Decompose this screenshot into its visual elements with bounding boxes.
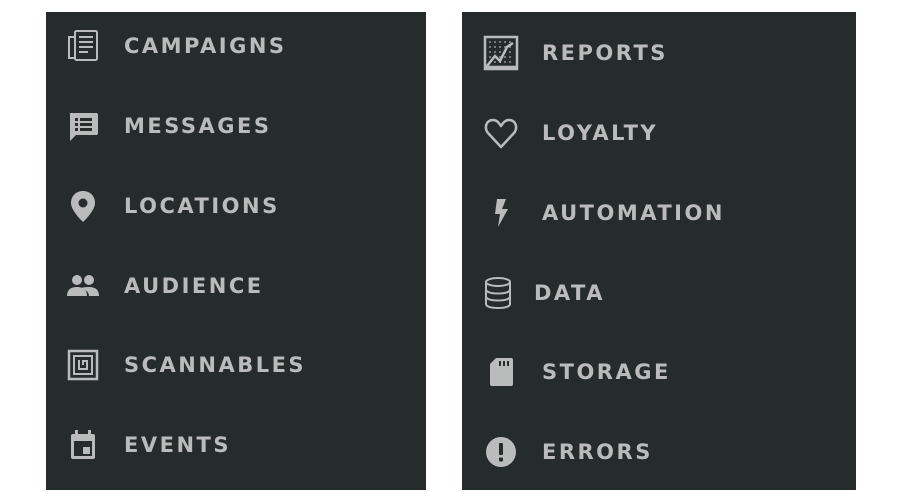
sd-card-icon	[483, 354, 519, 390]
alert-icon	[483, 434, 519, 470]
nav-item-label: EVENTS	[124, 432, 231, 457]
left-nav-panel: CAMPAIGNS MESSAGES LOCATIONS AUDIENCE SC…	[46, 12, 426, 490]
nav-item-label: CAMPAIGNS	[124, 33, 287, 58]
nav-item-events[interactable]: EVENTS	[46, 415, 426, 475]
nav-item-reports[interactable]: REPORTS	[462, 23, 856, 83]
nav-item-scannables[interactable]: SCANNABLES	[46, 335, 426, 395]
nav-item-label: SCANNABLES	[124, 352, 307, 377]
nav-item-messages[interactable]: MESSAGES	[46, 96, 426, 156]
database-icon	[480, 275, 516, 311]
lightning-icon	[483, 195, 519, 231]
messages-icon	[65, 108, 101, 144]
right-nav-panel: REPORTS LOYALTY AUTOMATION DATA STORAGE …	[462, 12, 856, 490]
nav-item-label: AUDIENCE	[124, 273, 264, 298]
nav-item-label: LOCATIONS	[124, 193, 280, 218]
nav-item-label: DATA	[534, 280, 606, 305]
nav-item-label: REPORTS	[542, 40, 668, 65]
nav-item-data[interactable]: DATA	[462, 263, 856, 323]
nav-item-label: LOYALTY	[542, 120, 659, 145]
people-icon	[65, 268, 101, 304]
calendar-icon	[65, 427, 101, 463]
nav-item-audience[interactable]: AUDIENCE	[46, 256, 426, 316]
location-pin-icon	[65, 188, 101, 224]
nav-item-label: STORAGE	[542, 359, 671, 384]
nav-item-locations[interactable]: LOCATIONS	[46, 176, 426, 236]
nav-item-errors[interactable]: ERRORS	[462, 422, 856, 482]
nav-item-automation[interactable]: AUTOMATION	[462, 183, 856, 243]
heart-icon	[483, 115, 519, 151]
nav-item-loyalty[interactable]: LOYALTY	[462, 103, 856, 163]
nav-item-label: MESSAGES	[124, 113, 272, 138]
scannables-icon	[65, 347, 101, 383]
nav-item-campaigns[interactable]: CAMPAIGNS	[46, 16, 426, 76]
nav-item-storage[interactable]: STORAGE	[462, 342, 856, 402]
nav-item-label: ERRORS	[542, 439, 653, 464]
nav-item-label: AUTOMATION	[542, 200, 725, 225]
chart-icon	[483, 35, 519, 71]
campaigns-icon	[65, 28, 101, 64]
